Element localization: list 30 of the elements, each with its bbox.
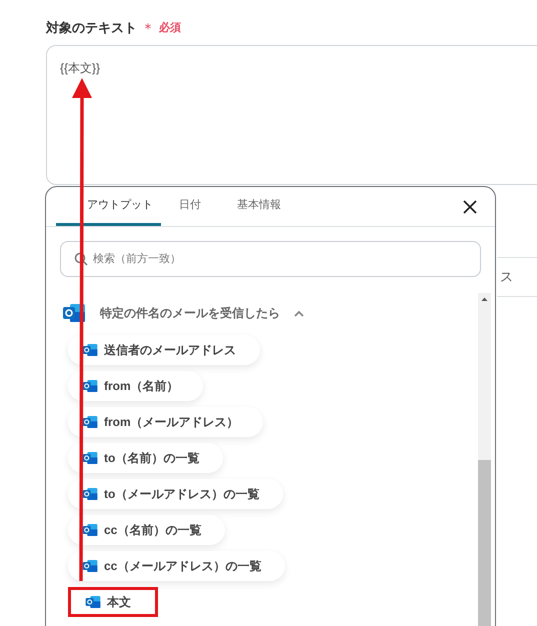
search-field[interactable]: 検索（前方一致）: [60, 241, 481, 277]
chevron-up-icon[interactable]: [294, 310, 304, 316]
required-mark: ＊: [141, 18, 155, 38]
output-chip[interactable]: to（名前）の一覧: [68, 443, 224, 473]
mail-app-icon: [82, 558, 98, 574]
required-text: 必須: [159, 20, 181, 36]
scrollbar[interactable]: [478, 293, 491, 626]
group-title: 特定の件名のメールを受信したら: [100, 305, 280, 322]
mail-app-icon: [82, 522, 98, 538]
mail-app-icon: [82, 450, 98, 466]
search-icon: [74, 252, 88, 266]
tab[interactable]: 基本情報: [219, 188, 299, 226]
mail-app-icon: [62, 301, 86, 325]
output-chip[interactable]: cc（名前）の一覧: [68, 515, 226, 545]
mail-app-icon: [82, 486, 98, 502]
output-chip[interactable]: from（メールアドレス）: [68, 407, 263, 437]
output-chip[interactable]: from（名前）: [68, 371, 203, 401]
input-field[interactable]: ス: [497, 257, 537, 297]
close-icon[interactable]: [463, 200, 477, 214]
mail-app-icon: [82, 378, 98, 394]
output-chip[interactable]: to（メールアドレス）の一覧: [68, 479, 284, 509]
tab[interactable]: アウトプット: [56, 188, 161, 226]
mail-app-icon: [85, 594, 101, 610]
output-chip[interactable]: 本文: [68, 587, 158, 617]
field-label: 対象のテキスト: [46, 19, 137, 38]
tab[interactable]: 日付: [161, 188, 219, 226]
output-chip[interactable]: cc（メールアドレス）の一覧: [68, 551, 286, 581]
output-chip[interactable]: 送信者のメールアドレス: [68, 335, 260, 365]
mail-app-icon: [82, 342, 98, 358]
mail-app-icon: [82, 414, 98, 430]
